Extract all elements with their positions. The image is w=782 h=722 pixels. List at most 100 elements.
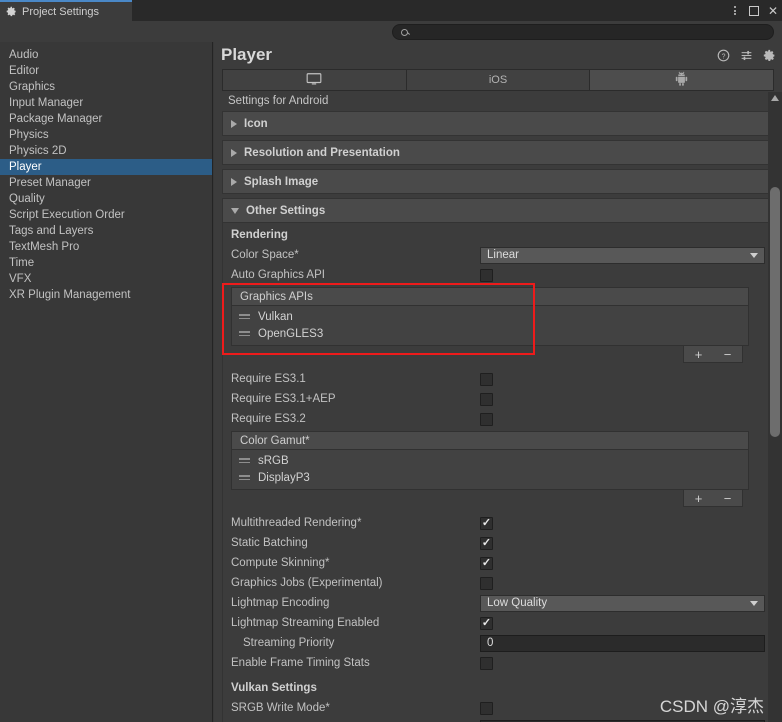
help-icon[interactable]: ? <box>717 49 730 62</box>
remove-color-gamut-button[interactable]: − <box>724 492 732 505</box>
foldout-splash-image[interactable]: Splash Image <box>222 169 774 194</box>
sidebar-item-input-manager[interactable]: Input Manager <box>0 95 212 111</box>
other-settings-body: Rendering Color Space* Linear Auto Graph… <box>222 223 774 722</box>
row-lightmap-encoding: Lightmap Encoding Low Quality <box>223 593 773 613</box>
scrollbar-thumb[interactable] <box>770 187 780 437</box>
row-color-space: Color Space* Linear <box>223 245 773 265</box>
row-require-es32: Require ES3.2 <box>223 409 773 429</box>
frame-timing-stats-checkbox[interactable] <box>480 656 493 670</box>
graphics-jobs-checkbox[interactable] <box>480 576 493 590</box>
require-es31-aep-label: Require ES3.1+AEP <box>231 393 336 405</box>
sidebar-item-quality[interactable]: Quality <box>0 191 212 207</box>
sidebar-item-vfx[interactable]: VFX <box>0 271 212 287</box>
row-static-batching: Static Batching <box>223 533 773 553</box>
list-item[interactable]: Vulkan <box>232 308 748 325</box>
sidebar-item-textmesh-pro[interactable]: TextMesh Pro <box>0 239 212 255</box>
static-batching-checkbox[interactable] <box>480 536 493 550</box>
color-gamut-list: Color Gamut* sRGB DisplayP3 + − <box>231 431 749 507</box>
drag-handle-icon[interactable] <box>239 331 250 336</box>
list-item[interactable]: DisplayP3 <box>232 469 748 486</box>
search-box[interactable] <box>392 24 774 40</box>
sidebar-item-preset-manager[interactable]: Preset Manager <box>0 175 212 191</box>
maximize-icon[interactable] <box>748 5 759 16</box>
lightmap-streaming-label: Lightmap Streaming Enabled <box>231 617 380 629</box>
foldout-resolution-presentation[interactable]: Resolution and Presentation <box>222 140 774 165</box>
tab-ios[interactable]: iOS <box>405 69 590 91</box>
panel-header: Player ? <box>214 42 782 69</box>
sidebar-item-script-execution-order[interactable]: Script Execution Order <box>0 207 212 223</box>
sidebar-item-physics-2d[interactable]: Physics 2D <box>0 143 212 159</box>
require-es31-aep-checkbox[interactable] <box>480 392 493 406</box>
auto-graphics-api-checkbox[interactable] <box>480 268 493 282</box>
settings-category-sidebar: Audio Editor Graphics Input Manager Pack… <box>0 42 213 722</box>
sidebar-item-tags-and-layers[interactable]: Tags and Layers <box>0 223 212 239</box>
panel-header-icons: ? <box>717 49 776 62</box>
compute-skinning-checkbox[interactable] <box>480 556 493 570</box>
row-lightmap-streaming: Lightmap Streaming Enabled <box>223 613 773 633</box>
sidebar-item-editor[interactable]: Editor <box>0 63 212 79</box>
row-partial-cut-off <box>223 718 773 722</box>
streaming-priority-label: Streaming Priority <box>243 637 335 649</box>
preset-icon[interactable] <box>740 49 753 62</box>
gear-icon <box>6 6 17 17</box>
srgb-write-mode-checkbox[interactable] <box>480 701 493 715</box>
require-es31-checkbox[interactable] <box>480 372 493 386</box>
multithreaded-rendering-checkbox[interactable] <box>480 516 493 530</box>
drag-handle-icon[interactable] <box>239 314 250 319</box>
lightmap-encoding-value: Low Quality <box>487 597 548 609</box>
list-item[interactable]: OpenGLES3 <box>232 325 748 342</box>
graphics-api-opengles3: OpenGLES3 <box>258 327 324 340</box>
foldout-resolution-label: Resolution and Presentation <box>244 146 400 159</box>
tab-standalone[interactable] <box>222 69 406 91</box>
close-icon[interactable]: ✕ <box>768 5 778 17</box>
scroll-up-icon[interactable] <box>771 95 779 101</box>
foldout-other-settings[interactable]: Other Settings <box>222 198 774 223</box>
streaming-priority-input[interactable]: 0 <box>480 634 765 652</box>
add-graphics-api-button[interactable]: + <box>695 348 703 361</box>
foldout-other-settings-label: Other Settings <box>246 204 326 217</box>
graphics-api-vulkan: Vulkan <box>258 310 293 323</box>
sidebar-item-player[interactable]: Player <box>0 159 212 175</box>
require-es32-checkbox[interactable] <box>480 412 493 426</box>
graphics-apis-add-remove: + − <box>683 346 743 363</box>
sidebar-item-audio[interactable]: Audio <box>0 47 212 63</box>
color-gamut-add-remove: + − <box>683 490 743 507</box>
page-title: Player <box>221 45 273 64</box>
color-space-label: Color Space* <box>231 249 299 261</box>
settings-content: Settings for Android Icon Resolution and… <box>222 92 774 722</box>
color-gamut-displayp3: DisplayP3 <box>258 471 310 484</box>
foldout-icon[interactable]: Icon <box>222 111 774 136</box>
chevron-down-icon <box>750 252 758 258</box>
kebab-menu-icon[interactable] <box>730 6 740 15</box>
lightmap-streaming-checkbox[interactable] <box>480 616 493 630</box>
svg-text:?: ? <box>722 53 726 60</box>
tab-android[interactable] <box>589 69 775 91</box>
sidebar-item-physics[interactable]: Physics <box>0 127 212 143</box>
sidebar-item-time[interactable]: Time <box>0 255 212 271</box>
vertical-scrollbar[interactable] <box>768 92 782 722</box>
color-gamut-srgb: sRGB <box>258 454 289 467</box>
tab-project-settings[interactable]: Project Settings <box>0 0 132 21</box>
graphics-apis-body: Vulkan OpenGLES3 <box>231 306 749 346</box>
chevron-down-icon <box>231 207 239 214</box>
list-item[interactable]: sRGB <box>232 452 748 469</box>
add-color-gamut-button[interactable]: + <box>695 492 703 505</box>
lightmap-encoding-dropdown[interactable]: Low Quality <box>480 594 765 612</box>
search-icon <box>401 28 408 36</box>
sidebar-item-graphics[interactable]: Graphics <box>0 79 212 95</box>
row-compute-skinning: Compute Skinning* <box>223 553 773 573</box>
remove-graphics-api-button[interactable]: − <box>724 348 732 361</box>
drag-handle-icon[interactable] <box>239 475 250 480</box>
search-input[interactable] <box>412 26 752 38</box>
drag-handle-icon[interactable] <box>239 458 250 463</box>
graphics-apis-footer: + − <box>231 346 749 363</box>
sidebar-item-package-manager[interactable]: Package Manager <box>0 111 212 127</box>
lightmap-encoding-label: Lightmap Encoding <box>231 597 330 609</box>
gear-icon[interactable] <box>763 49 776 62</box>
chevron-down-icon <box>750 600 758 606</box>
sidebar-item-xr-plugin-management[interactable]: XR Plugin Management <box>0 287 212 303</box>
row-auto-graphics-api: Auto Graphics API <box>223 265 773 285</box>
color-space-dropdown[interactable]: Linear <box>480 246 765 264</box>
graphics-jobs-label: Graphics Jobs (Experimental) <box>231 577 383 589</box>
foldout-splash-label: Splash Image <box>244 175 319 188</box>
